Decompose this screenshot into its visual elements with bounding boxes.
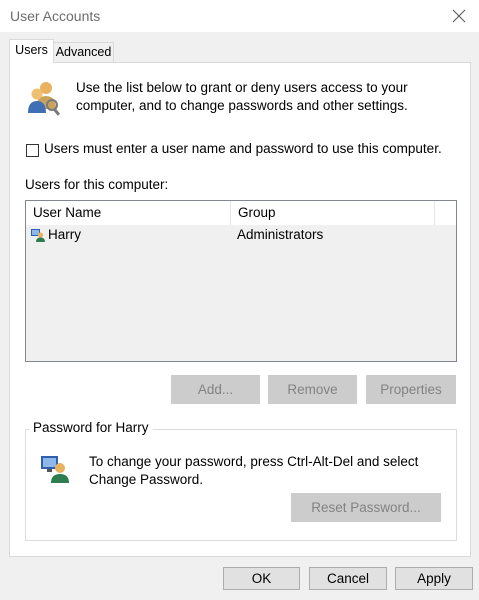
cancel-button[interactable]: Cancel xyxy=(309,567,387,590)
password-group-title: Password for Harry xyxy=(29,420,153,435)
window-title: User Accounts xyxy=(10,8,101,24)
user-icon xyxy=(31,229,45,242)
cell-user-name: Harry xyxy=(48,227,81,242)
cell-group: Administrators xyxy=(237,227,324,242)
apply-button[interactable]: Apply xyxy=(395,567,473,590)
users-list-label: Users for this computer: xyxy=(25,177,169,192)
add-button[interactable]: Add... xyxy=(171,375,260,404)
title-bar: User Accounts xyxy=(0,0,479,32)
password-help-text: To change your password, press Ctrl-Alt-… xyxy=(89,454,419,487)
reset-password-button[interactable]: Reset Password... xyxy=(291,493,441,522)
users-icon xyxy=(28,82,61,116)
column-group[interactable]: Group xyxy=(231,201,435,225)
remove-button[interactable]: Remove xyxy=(268,375,357,404)
users-list-header: User Name Group xyxy=(26,201,456,225)
users-list[interactable]: User Name Group Harry Administrators xyxy=(25,200,457,362)
tab-users[interactable]: Users xyxy=(9,39,54,63)
computer-user-icon xyxy=(41,456,69,483)
users-tab-panel: Use the list below to grant or deny user… xyxy=(9,62,471,557)
properties-button[interactable]: Properties xyxy=(366,375,456,404)
intro-text: Use the list below to grant or deny user… xyxy=(76,80,408,113)
close-icon xyxy=(452,9,466,23)
column-user-name[interactable]: User Name xyxy=(26,201,231,225)
close-button[interactable] xyxy=(439,0,479,32)
ok-button[interactable]: OK xyxy=(223,567,300,590)
require-login-label[interactable]: Users must enter a user name and passwor… xyxy=(44,141,442,156)
tab-advanced[interactable]: Advanced xyxy=(54,42,114,63)
table-row[interactable]: Harry Administrators xyxy=(26,225,456,245)
require-login-checkbox[interactable] xyxy=(26,144,39,157)
